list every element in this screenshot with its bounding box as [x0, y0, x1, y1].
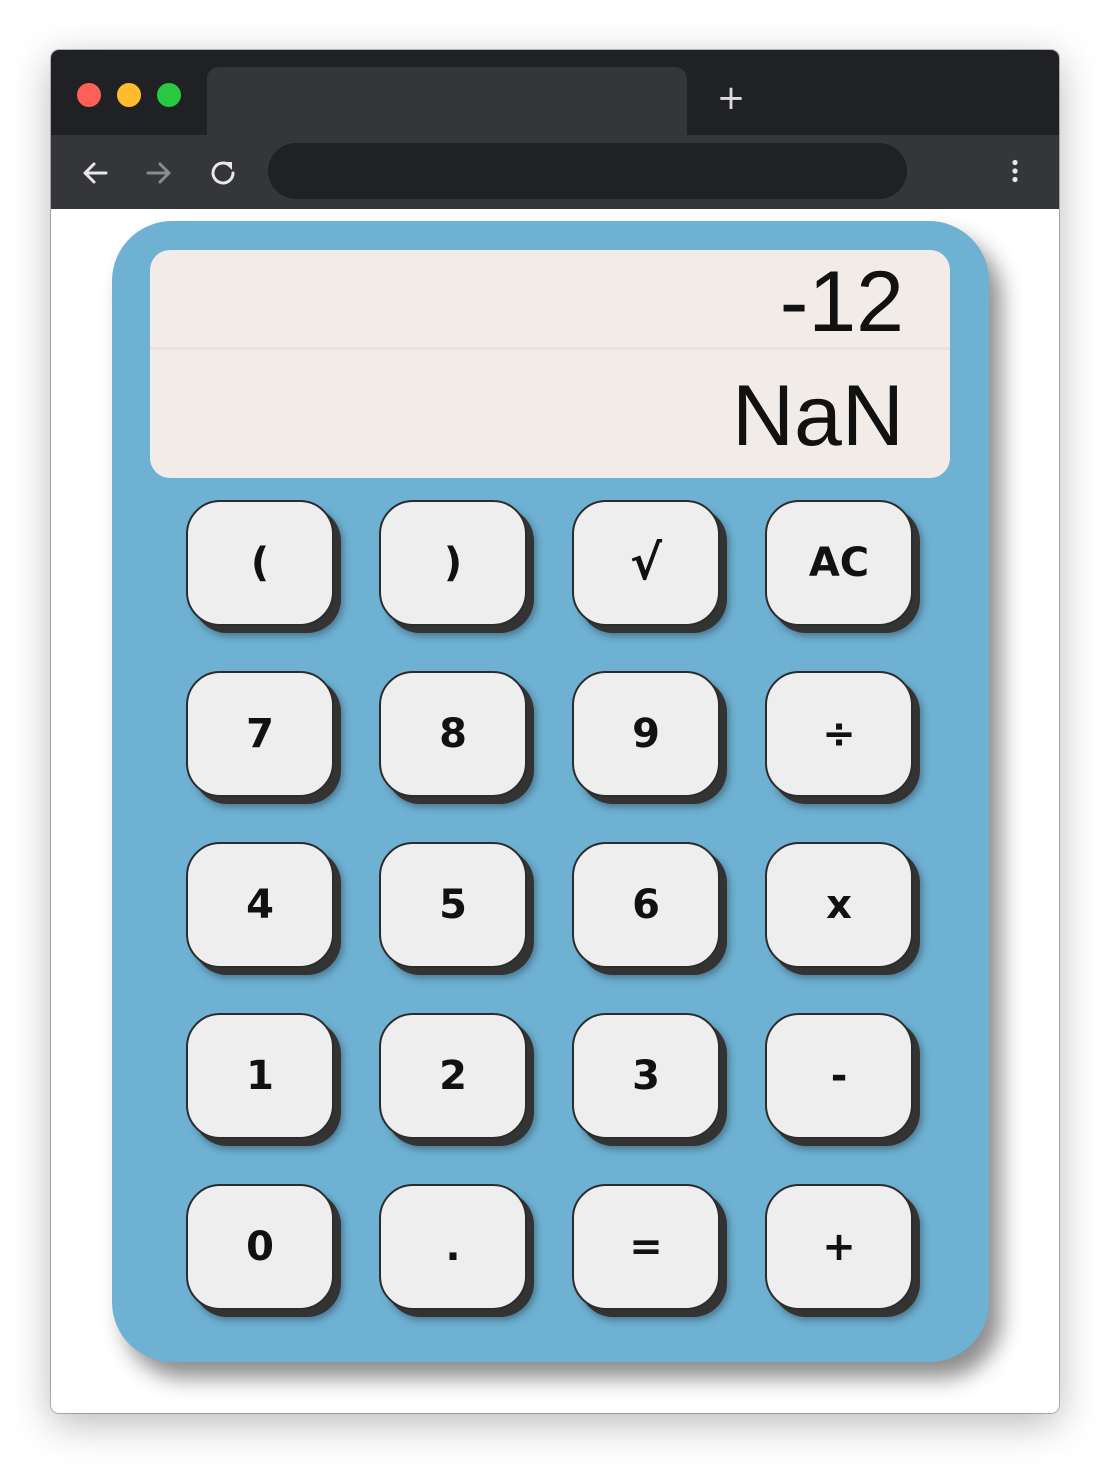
subtract-button[interactable]: -	[765, 1013, 913, 1139]
arrow-right-icon	[146, 162, 171, 184]
seven-button[interactable]: 7	[186, 671, 334, 797]
three-button[interactable]: 3	[572, 1013, 720, 1139]
expression-display: -12	[779, 254, 904, 350]
one-button[interactable]: 1	[186, 1013, 334, 1139]
forward-button[interactable]	[139, 153, 179, 193]
calculator: -12 NaN ( ) √ AC 7 8 9 ÷ 4 5 6 x 1 2 3 -	[112, 221, 989, 1362]
reload-button[interactable]	[203, 153, 243, 193]
page-viewport: -12 NaN ( ) √ AC 7 8 9 ÷ 4 5 6 x 1 2 3 -	[51, 209, 1059, 1413]
two-button[interactable]: 2	[379, 1013, 527, 1139]
add-button[interactable]: +	[765, 1184, 913, 1310]
close-paren-button[interactable]: )	[379, 500, 527, 626]
six-button[interactable]: 6	[572, 842, 720, 968]
open-paren-button[interactable]: (	[186, 500, 334, 626]
five-button[interactable]: 5	[379, 842, 527, 968]
arrow-left-icon	[83, 162, 108, 184]
reload-icon	[211, 161, 235, 185]
divide-button[interactable]: ÷	[765, 671, 913, 797]
browser-window: + -12 NaN () √ AC 7 8 9 ÷ 4 5 6 x 1 2 3…	[51, 50, 1059, 1413]
display-divider	[150, 347, 950, 350]
tab-bar: +	[51, 50, 1059, 135]
zero-button[interactable]: 0	[186, 1184, 334, 1310]
back-button[interactable]	[75, 153, 115, 193]
sqrt-button[interactable]: √	[572, 500, 720, 626]
clear-button[interactable]: AC	[765, 500, 913, 626]
new-tab-button[interactable]: +	[715, 81, 747, 115]
four-button[interactable]: 4	[186, 842, 334, 968]
eight-button[interactable]: 8	[379, 671, 527, 797]
kebab-menu-icon	[1012, 159, 1018, 183]
equals-button[interactable]: =	[572, 1184, 720, 1310]
decimal-button[interactable]: .	[379, 1184, 527, 1310]
browser-menu-button[interactable]	[995, 153, 1035, 193]
maximize-window-button[interactable]	[157, 83, 181, 107]
minimize-window-button[interactable]	[117, 83, 141, 107]
active-tab[interactable]	[207, 67, 687, 135]
address-bar[interactable]	[268, 143, 907, 199]
close-window-button[interactable]	[77, 83, 101, 107]
calculator-display: -12 NaN	[150, 250, 950, 478]
result-display: NaN	[731, 368, 904, 464]
nine-button[interactable]: 9	[572, 671, 720, 797]
multiply-button[interactable]: x	[765, 842, 913, 968]
browser-toolbar	[51, 135, 1059, 209]
